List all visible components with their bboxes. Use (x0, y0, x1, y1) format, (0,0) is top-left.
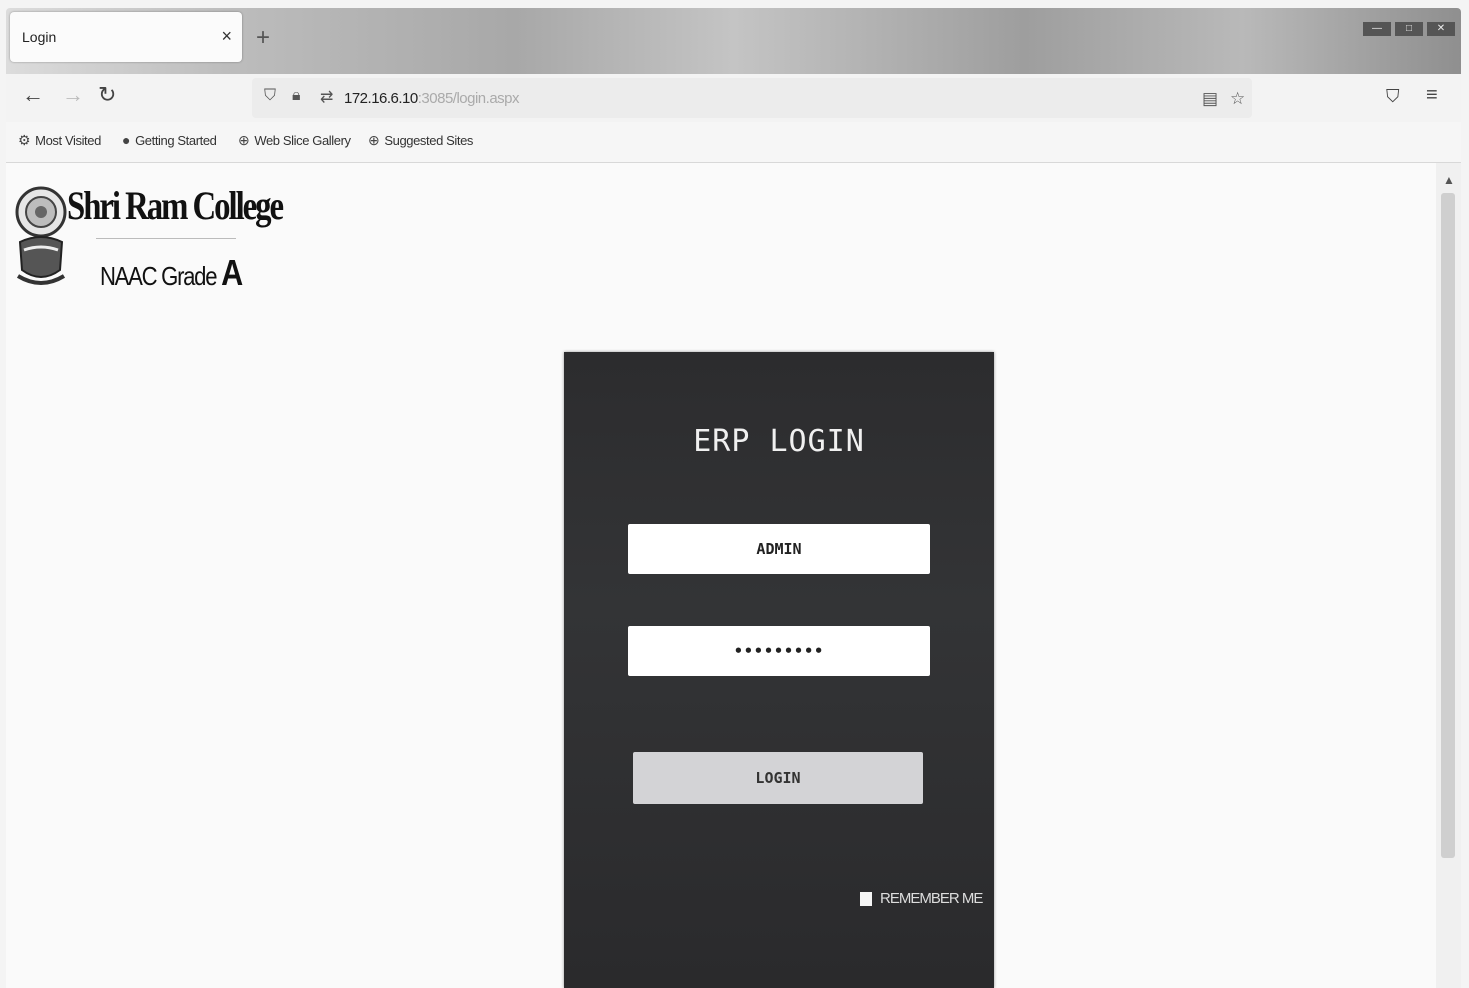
url-text[interactable]: 172.16.6.10:3085/login.aspx (344, 90, 520, 107)
bookmark-star-icon[interactable]: ☆ (1230, 89, 1245, 109)
menu-icon[interactable]: ≡ (1426, 84, 1438, 107)
remember-me-label: REMEMBER ME (880, 890, 983, 907)
bookmark-web-slice-gallery[interactable]: ⊕ Web Slice Gallery (238, 132, 351, 149)
bookmarks-bar: ⚙ Most Visited ● Getting Started ⊕ Web S… (6, 122, 1461, 163)
logo-divider (96, 238, 236, 239)
naac-text: NAAC Grade (100, 261, 217, 291)
naac-grade: NAAC Grade A (100, 252, 243, 294)
close-tab-icon[interactable]: × (221, 26, 232, 47)
remember-me-checkbox[interactable] (860, 891, 872, 906)
url-path: :3085/login.aspx (417, 90, 520, 107)
bookmark-label: Most Visited (35, 133, 101, 148)
forward-icon[interactable]: → (62, 82, 84, 108)
password-input[interactable] (628, 626, 930, 676)
window-close-icon[interactable]: ✕ (1427, 22, 1455, 36)
remember-me[interactable]: REMEMBER ME (860, 890, 983, 907)
vertical-scrollbar[interactable]: ▲ (1436, 163, 1461, 988)
browser-tab[interactable]: Login × (10, 12, 242, 62)
gear-icon: ⚙ (18, 132, 31, 148)
minimize-icon[interactable]: — (1363, 22, 1391, 36)
maximize-icon[interactable]: □ (1395, 22, 1423, 36)
url-host: 172.16.6.10 (344, 90, 418, 107)
bookmark-most-visited[interactable]: ⚙ Most Visited (18, 132, 101, 149)
login-button[interactable]: LOGIN (633, 752, 923, 804)
reload-icon[interactable]: ↻ (98, 82, 116, 108)
window-controls: — □ ✕ (1363, 22, 1455, 36)
back-icon[interactable]: ← (22, 82, 44, 108)
globe-icon: ⊕ (238, 132, 250, 148)
bookmark-label: Getting Started (135, 132, 217, 148)
bookmark-suggested-sites[interactable]: ⊕ Suggested Sites (368, 132, 473, 149)
lock-icon[interactable]: 🔒︎ (292, 87, 301, 105)
shield-icon[interactable]: ⛉ (264, 87, 276, 105)
login-panel: ERP LOGIN LOGIN REMEMBER ME (564, 352, 994, 988)
address-bar[interactable]: ⛉ 🔒︎ ⇄ 172.16.6.10:3085/login.aspx ▤ ☆ (252, 78, 1252, 118)
naac-grade-letter: A (221, 252, 243, 293)
firefox-icon: ● (122, 132, 131, 148)
college-emblem-icon (15, 186, 67, 285)
scroll-up-icon[interactable]: ▲ (1443, 173, 1455, 187)
globe-icon: ⊕ (368, 132, 380, 148)
bookmark-label: Web Slice Gallery (254, 133, 351, 148)
bookmark-getting-started[interactable]: ● Getting Started (122, 132, 217, 148)
scrollbar-thumb[interactable] (1441, 193, 1455, 858)
new-tab-icon[interactable]: + (256, 24, 270, 52)
pocket-icon[interactable]: ⛉ (1386, 86, 1400, 107)
bookmark-label: Suggested Sites (384, 133, 474, 148)
reader-view-icon[interactable]: ▤ (1202, 89, 1218, 109)
tab-title: Login (22, 29, 57, 45)
username-input[interactable] (628, 524, 930, 574)
permissions-icon[interactable]: ⇄ (320, 87, 333, 107)
college-logo: Shri Ram College NAAC Grade A (14, 180, 304, 300)
college-name: Shri Ram College (67, 183, 284, 228)
tab-bar: Login × + — □ ✕ (6, 8, 1461, 74)
navigation-bar: ← → ↻ ⛉ 🔒︎ ⇄ 172.16.6.10:3085/login.aspx… (6, 74, 1461, 122)
login-title: ERP LOGIN (693, 424, 865, 459)
